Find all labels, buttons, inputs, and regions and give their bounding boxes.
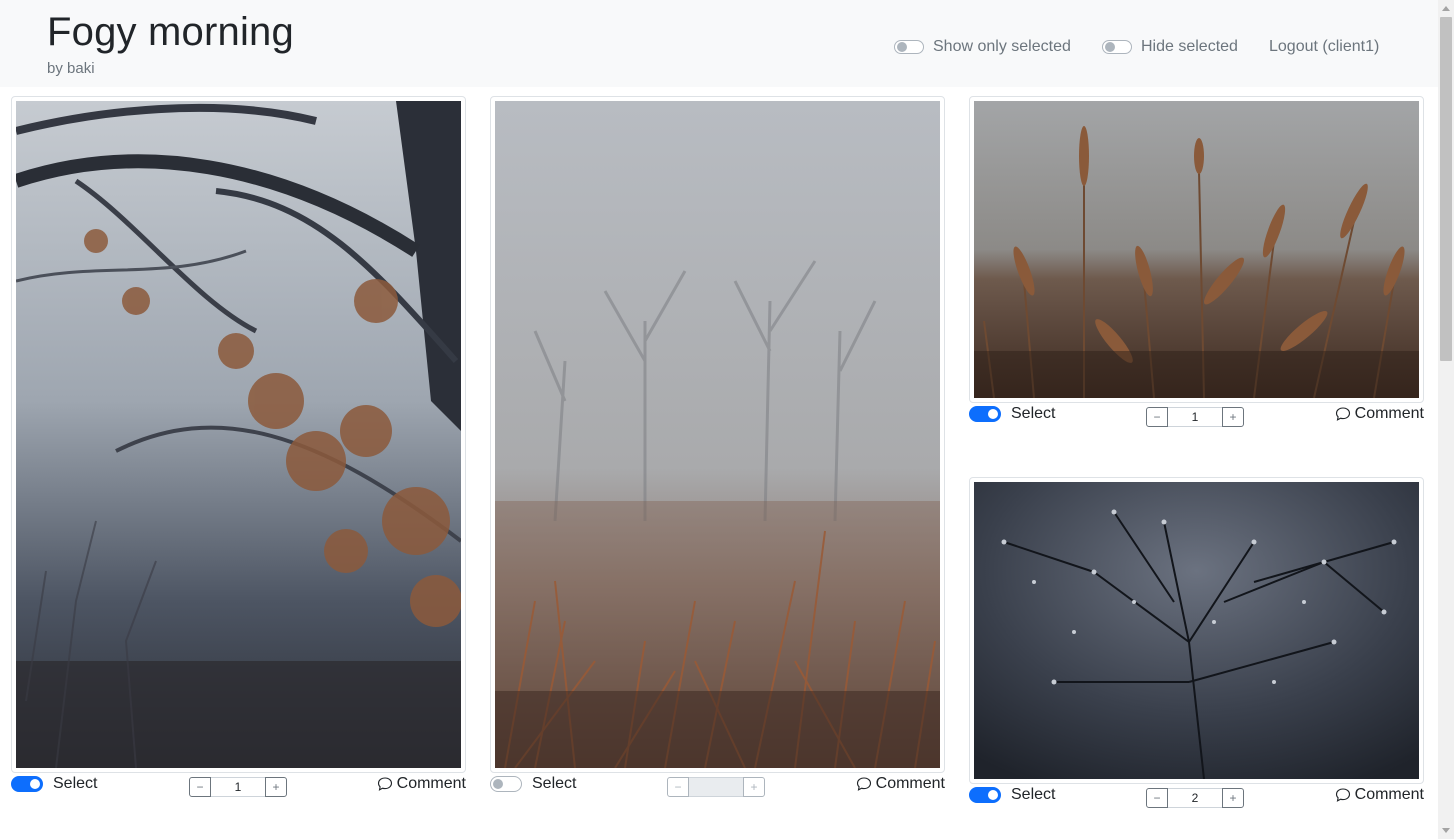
photo-image-4[interactable] (974, 482, 1419, 779)
photo-controls-4: Select − 2 + Comment (969, 786, 1424, 808)
comment-icon (856, 777, 871, 791)
hide-selected-switch[interactable] (1102, 40, 1132, 54)
page-subtitle: by baki (47, 60, 95, 77)
select-switch-4[interactable] (969, 787, 1001, 803)
quantity-stepper-2[interactable]: − + (667, 777, 765, 797)
show-only-selected-toggle[interactable]: Show only selected (894, 38, 1071, 56)
comment-icon (1335, 407, 1350, 421)
decrement-button-4[interactable]: − (1146, 788, 1168, 808)
photo-controls-2: Select − + Comment (490, 775, 945, 797)
decrement-button-3[interactable]: − (1146, 407, 1168, 427)
increment-button-4[interactable]: + (1222, 788, 1244, 808)
hide-selected-toggle[interactable]: Hide selected (1102, 38, 1238, 56)
select-label-3: Select (1011, 405, 1056, 422)
comment-button-2[interactable]: Comment (856, 775, 945, 793)
photo-card-3[interactable] (969, 96, 1424, 403)
increment-button-2[interactable]: + (743, 777, 765, 797)
select-switch-3[interactable] (969, 406, 1001, 422)
comment-label-3: Comment (1354, 405, 1424, 422)
page: Fogy morning by baki Show only selected … (0, 0, 1454, 839)
show-only-selected-label: Show only selected (933, 38, 1071, 55)
photo-controls-1: Select − 1 + Comment (11, 775, 466, 797)
vertical-scrollbar[interactable] (1438, 0, 1454, 839)
select-label-2: Select (532, 775, 577, 792)
scrollbar-thumb[interactable] (1440, 17, 1452, 361)
page-title: Fogy morning (47, 10, 294, 54)
quantity-input-4[interactable]: 2 (1168, 788, 1222, 808)
quantity-stepper-4[interactable]: − 2 + (1146, 788, 1244, 808)
comment-button-4[interactable]: Comment (1335, 786, 1424, 804)
logout-link[interactable]: Logout (client1) (1269, 38, 1379, 56)
quantity-stepper-3[interactable]: − 1 + (1146, 407, 1244, 427)
photo-image-2[interactable] (495, 101, 940, 768)
comment-label-4: Comment (1354, 786, 1424, 803)
select-toggle-3[interactable]: Select (969, 405, 1055, 423)
quantity-stepper-1[interactable]: − 1 + (189, 777, 287, 797)
comment-button-1[interactable]: Comment (377, 775, 466, 793)
scroll-up-icon[interactable] (1438, 0, 1454, 16)
comment-label-2: Comment (875, 775, 945, 792)
decrement-button-2[interactable]: − (667, 777, 689, 797)
select-toggle-4[interactable]: Select (969, 786, 1055, 804)
hide-selected-label: Hide selected (1141, 38, 1238, 55)
select-switch-1[interactable] (11, 776, 43, 792)
comment-label-1: Comment (396, 775, 466, 792)
select-switch-2[interactable] (490, 776, 522, 792)
select-toggle-1[interactable]: Select (11, 775, 97, 793)
photo-card-2[interactable] (490, 96, 945, 773)
header-bar: Fogy morning by baki Show only selected … (0, 0, 1438, 87)
comment-icon (377, 777, 392, 791)
quantity-input-3[interactable]: 1 (1168, 407, 1222, 427)
increment-button-3[interactable]: + (1222, 407, 1244, 427)
quantity-input-2[interactable] (689, 777, 743, 797)
photo-image-1[interactable] (16, 101, 461, 768)
photo-image-3[interactable] (974, 101, 1419, 398)
select-label-4: Select (1011, 786, 1056, 803)
comment-icon (1335, 788, 1350, 802)
photo-card-4[interactable] (969, 477, 1424, 784)
comment-button-3[interactable]: Comment (1335, 405, 1424, 423)
quantity-input-1[interactable]: 1 (211, 777, 265, 797)
show-only-selected-switch[interactable] (894, 40, 924, 54)
photo-controls-3: Select − 1 + Comment (969, 405, 1424, 427)
photo-card-1[interactable] (11, 96, 466, 773)
select-toggle-2[interactable]: Select (490, 775, 576, 793)
select-label-1: Select (53, 775, 98, 792)
decrement-button-1[interactable]: − (189, 777, 211, 797)
scroll-down-icon[interactable] (1438, 823, 1454, 839)
increment-button-1[interactable]: + (265, 777, 287, 797)
